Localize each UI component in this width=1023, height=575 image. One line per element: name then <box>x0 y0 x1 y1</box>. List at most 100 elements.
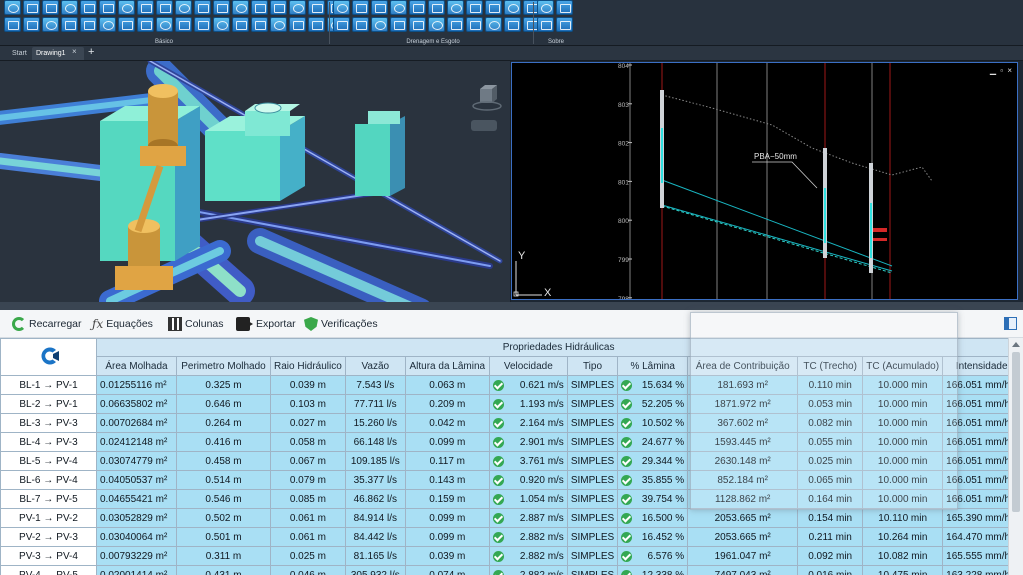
ribbon-tool-button[interactable] <box>156 0 173 15</box>
ribbon-tool-button[interactable] <box>232 17 249 32</box>
grid-cell-area[interactable]: 0.06635802 m² <box>96 394 177 414</box>
grid-cell-tipo[interactable]: SIMPLES <box>566 565 619 575</box>
grid-cell-tc-acum[interactable]: 10.264 min <box>862 527 944 547</box>
grid-cell-tc-trecho[interactable]: 0.065 min <box>797 470 864 490</box>
grid-cell-vazao[interactable]: 35.377 l/s <box>344 470 406 490</box>
ribbon-tool-button[interactable] <box>4 17 21 32</box>
ribbon-tool-button[interactable] <box>447 0 464 15</box>
ribbon-tool-button[interactable] <box>504 0 521 15</box>
ribbon-tool-button[interactable] <box>137 0 154 15</box>
table-row[interactable]: BL-3 → PV-3 0.00702684 m² 0.264 m 0.027 m 15… <box>0 413 1022 433</box>
ribbon-tool-button[interactable] <box>333 0 350 15</box>
row-header[interactable]: PV-2 → PV-3 <box>0 527 97 547</box>
grid-cell-altura[interactable]: 0.209 m <box>404 394 490 414</box>
ribbon-tool-button[interactable] <box>352 0 369 15</box>
grid-cell-raio[interactable]: 0.046 m <box>270 565 346 575</box>
grid-cell-lamina[interactable]: 29.344 % <box>617 451 689 471</box>
grid-cell-lamina[interactable]: 15.634 % <box>617 375 689 395</box>
row-header[interactable]: BL-1 → PV-1 <box>0 375 97 395</box>
grid-cell-area[interactable]: 0.04655421 m² <box>96 489 177 509</box>
ribbon-tool-button[interactable] <box>213 0 230 15</box>
grid-cell-vazao[interactable]: 109.185 l/s <box>344 451 406 471</box>
grid-cell-tc-acum[interactable]: 10.000 min <box>862 451 944 471</box>
ribbon-tool-button[interactable] <box>251 0 268 15</box>
grid-cell-perim[interactable]: 0.431 m <box>176 565 271 575</box>
ribbon-tool-button[interactable] <box>466 0 483 15</box>
grid-cell-contrib[interactable]: 181.693 m² <box>687 375 799 395</box>
grid-cell-perim[interactable]: 0.458 m <box>176 451 271 471</box>
ribbon-tool-button[interactable] <box>390 17 407 32</box>
ribbon-tool-button[interactable] <box>289 17 306 32</box>
grid-column-header[interactable]: Perimetro Molhado <box>176 356 271 376</box>
ribbon-tool-button[interactable] <box>308 0 325 15</box>
grid-cell-tc-trecho[interactable]: 0.082 min <box>797 413 864 433</box>
grid-column-header[interactable]: Tipo <box>566 356 619 376</box>
ribbon-tool-button[interactable] <box>80 0 97 15</box>
grid-cell-raio[interactable]: 0.103 m <box>270 394 346 414</box>
ribbon-tool-button[interactable] <box>409 17 426 32</box>
grid-cell-raio[interactable]: 0.061 m <box>270 508 346 528</box>
grid-cell-lamina[interactable]: 10.502 % <box>617 413 689 433</box>
table-row[interactable]: PV-2 → PV-3 0.03040064 m² 0.501 m 0.061 m 84… <box>0 527 1022 547</box>
ribbon-tool-button[interactable] <box>156 17 173 32</box>
grid-cell-altura[interactable]: 0.099 m <box>404 527 490 547</box>
grid-cell-tipo[interactable]: SIMPLES <box>566 432 619 452</box>
grid-cell-area[interactable]: 0.00702684 m² <box>96 413 177 433</box>
grid-cell-tc-trecho[interactable]: 0.025 min <box>797 451 864 471</box>
table-row[interactable]: BL-5 → PV-4 0.03074779 m² 0.458 m 0.067 m 10… <box>0 451 1022 471</box>
grid-cell-perim[interactable]: 0.311 m <box>176 546 271 566</box>
grid-cell-contrib[interactable]: 7497.043 m² <box>687 565 799 575</box>
ribbon-tool-button[interactable] <box>371 17 388 32</box>
ribbon-tool-button[interactable] <box>308 17 325 32</box>
grid-cell-vazao[interactable]: 46.862 l/s <box>344 489 406 509</box>
grid-cell-tipo[interactable]: SIMPLES <box>566 394 619 414</box>
scroll-thumb[interactable] <box>1012 352 1020 512</box>
grid-cell-vel[interactable]: 1.054 m/s <box>488 489 568 509</box>
ribbon-tool-button[interactable] <box>556 0 573 15</box>
grid-cell-vel[interactable]: 2.887 m/s <box>488 508 568 528</box>
grid-column-header[interactable]: Área Molhada <box>96 356 177 376</box>
equations-button[interactable]: ƒx Equações <box>92 316 153 332</box>
ribbon-tool-button[interactable] <box>4 0 21 15</box>
ribbon-tool-button[interactable] <box>270 0 287 15</box>
viewport-window-controls[interactable]: ▁ ▫ × <box>990 66 1013 75</box>
grid-cell-lamina[interactable]: 24.677 % <box>617 432 689 452</box>
grid-cell-tc-acum[interactable]: 10.000 min <box>862 413 944 433</box>
ribbon-tool-button[interactable] <box>537 17 554 32</box>
tab-start[interactable]: Start <box>8 47 31 60</box>
ribbon-tool-button[interactable] <box>194 17 211 32</box>
ribbon-tool-button[interactable] <box>428 17 445 32</box>
grid-cell-raio[interactable]: 0.039 m <box>270 375 346 395</box>
grid-cell-vazao[interactable]: 77.711 l/s <box>344 394 406 414</box>
grid-cell-vel[interactable]: 3.761 m/s <box>488 451 568 471</box>
grid-cell-tipo[interactable]: SIMPLES <box>566 489 619 509</box>
ribbon-tool-button[interactable] <box>371 0 388 15</box>
grid-cell-tc-trecho[interactable]: 0.211 min <box>797 527 864 547</box>
grid-column-header[interactable]: Vazão <box>344 356 406 376</box>
grid-cell-vel[interactable]: 2.901 m/s <box>488 432 568 452</box>
viewport-profile[interactable]: 804 803 802 801 800 799 798 PBA−50mm Y X <box>511 62 1018 300</box>
reload-button[interactable]: Recarregar <box>12 316 82 332</box>
grid-cell-perim[interactable]: 0.546 m <box>176 489 271 509</box>
grid-cell-raio[interactable]: 0.079 m <box>270 470 346 490</box>
grid-cell-tc-acum[interactable]: 10.000 min <box>862 394 944 414</box>
grid-cell-raio[interactable]: 0.085 m <box>270 489 346 509</box>
grid-column-header[interactable]: % Lâmina <box>617 356 689 376</box>
export-button[interactable]: Exportar <box>236 316 296 332</box>
table-row[interactable]: BL-4 → PV-3 0.02412148 m² 0.416 m 0.058 m 66… <box>0 432 1022 452</box>
grid-cell-perim[interactable]: 0.502 m <box>176 508 271 528</box>
grid-cell-vel[interactable]: 2.882 m/s <box>488 527 568 547</box>
ribbon-tool-button[interactable] <box>118 0 135 15</box>
ribbon-tool-button[interactable] <box>80 17 97 32</box>
grid-cell-vazao[interactable]: 66.148 l/s <box>344 432 406 452</box>
grid-cell-perim[interactable]: 0.501 m <box>176 527 271 547</box>
grid-cell-vazao[interactable]: 81.165 l/s <box>344 546 406 566</box>
ribbon-tool-button[interactable] <box>485 17 502 32</box>
ribbon-tool-button[interactable] <box>118 17 135 32</box>
ribbon-tool-button[interactable] <box>23 17 40 32</box>
grid-cell-altura[interactable]: 0.117 m <box>404 451 490 471</box>
grid-cell-lamina[interactable]: 6.576 % <box>617 546 689 566</box>
grid-cell-lamina[interactable]: 39.754 % <box>617 489 689 509</box>
ribbon-tool-button[interactable] <box>428 0 445 15</box>
row-header[interactable]: BL-7 → PV-5 <box>0 489 97 509</box>
